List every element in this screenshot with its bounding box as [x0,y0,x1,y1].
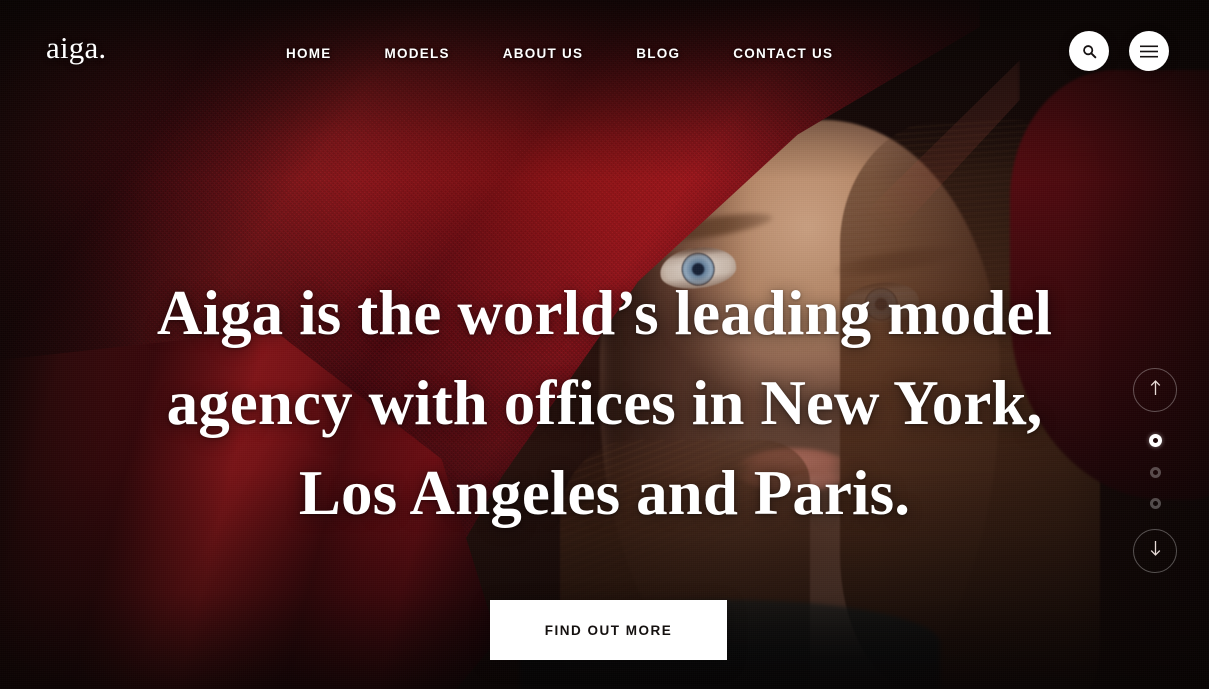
site-header: aiga. HOME MODELS ABOUT US BLOG CONTACT … [0,0,1209,102]
slide-dot-3[interactable] [1149,498,1161,509]
slide-dot-2[interactable] [1149,467,1161,478]
arrow-up-icon [1149,379,1162,401]
slide-dots [1148,434,1162,509]
nav-item-blog[interactable]: BLOG [636,40,680,67]
slide-dot-1[interactable] [1148,434,1162,447]
find-out-more-button[interactable]: FIND OUT MORE [490,600,727,660]
menu-button[interactable] [1129,31,1169,71]
search-icon [1082,44,1097,59]
slide-up-button[interactable] [1133,368,1177,412]
search-button[interactable] [1069,31,1109,71]
site-logo[interactable]: aiga. [46,32,106,63]
nav-item-about-us[interactable]: ABOUT US [503,40,584,67]
photo-scrim [0,0,1209,689]
hero-section: aiga. HOME MODELS ABOUT US BLOG CONTACT … [0,0,1209,689]
nav-item-home[interactable]: HOME [286,40,332,67]
hamburger-menu-icon [1140,45,1158,58]
slide-down-button[interactable] [1133,529,1177,573]
slider-navigation [1133,368,1177,573]
nav-item-models[interactable]: MODELS [385,40,450,67]
nav-item-contact-us[interactable]: CONTACT US [733,40,833,67]
arrow-down-icon [1149,540,1162,562]
main-navigation: HOME MODELS ABOUT US BLOG CONTACT US [286,40,833,67]
